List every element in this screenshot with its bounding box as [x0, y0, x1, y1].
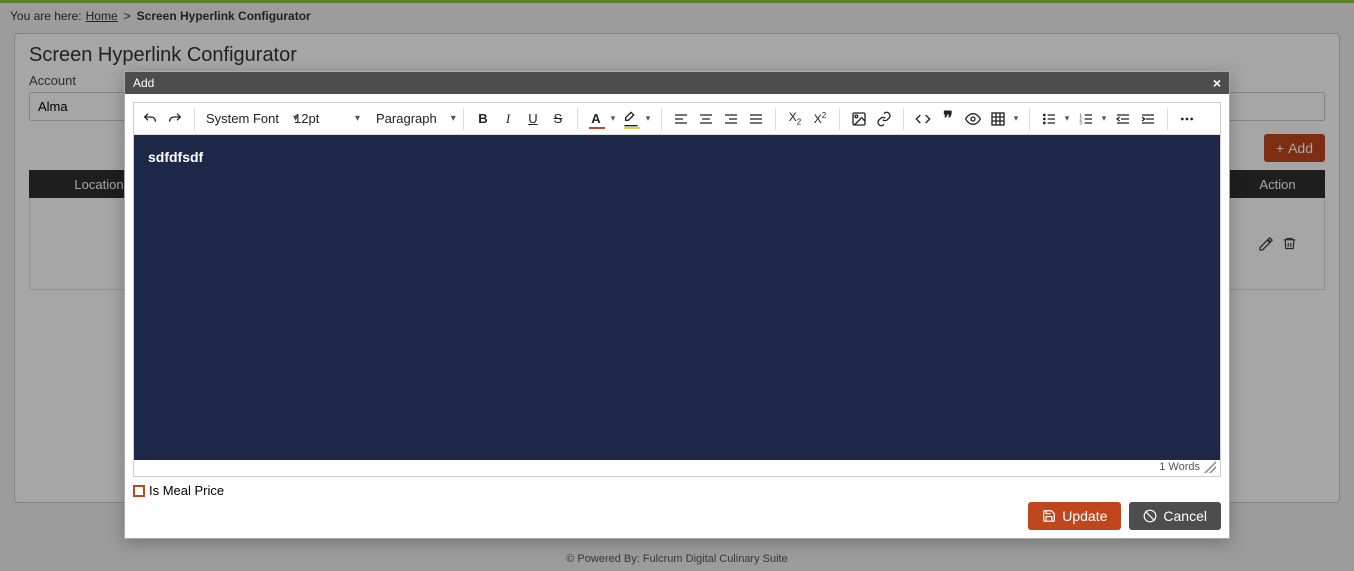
bold-icon[interactable]: B	[471, 107, 495, 131]
editor-statusbar: 1 Words	[134, 460, 1220, 476]
block-format-value: Paragraph	[376, 111, 437, 126]
align-justify-icon[interactable]	[744, 107, 768, 131]
block-format-select[interactable]: Paragraph ▾	[368, 111, 460, 126]
editor-text: sdfdfsdf	[148, 149, 203, 165]
align-center-icon[interactable]	[694, 107, 718, 131]
code-icon[interactable]	[911, 107, 935, 131]
redo-icon[interactable]	[163, 107, 187, 131]
modal-body: System Font▾ 12pt▾ Paragraph▾ B I U S	[125, 94, 1229, 538]
cancel-label: Cancel	[1163, 508, 1207, 524]
bullet-list-button[interactable]: ▾	[1037, 107, 1073, 131]
numbered-list-button[interactable]: 123 ▾	[1074, 107, 1110, 131]
chevron-down-icon[interactable]: ▾	[642, 107, 654, 131]
chevron-down-icon: ▾	[355, 113, 360, 124]
font-family-select[interactable]: System Font▾	[198, 111, 286, 126]
highlight-color-button[interactable]: ▾	[620, 107, 654, 131]
svg-text:3: 3	[1079, 120, 1082, 125]
outdent-icon[interactable]	[1111, 107, 1135, 131]
more-icon[interactable]	[1175, 107, 1199, 131]
image-icon[interactable]	[847, 107, 871, 131]
modal-header: Add ×	[125, 72, 1229, 94]
chevron-down-icon[interactable]: ▾	[1010, 107, 1022, 131]
subscript-icon[interactable]: X2	[783, 107, 807, 131]
is-meal-price-checkbox[interactable]	[133, 485, 145, 497]
editor-container: System Font▾ 12pt▾ Paragraph▾ B I U S	[133, 102, 1221, 477]
preview-icon[interactable]	[961, 107, 985, 131]
cancel-button[interactable]: Cancel	[1129, 502, 1221, 530]
close-icon[interactable]: ×	[1213, 75, 1221, 91]
undo-icon[interactable]	[138, 107, 162, 131]
word-count: 1 Words	[1159, 461, 1200, 473]
chevron-down-icon[interactable]: ▾	[1098, 107, 1110, 131]
font-size-value: 12pt	[294, 111, 319, 126]
underline-icon[interactable]: U	[521, 107, 545, 131]
italic-icon[interactable]: I	[496, 107, 520, 131]
superscript-icon[interactable]: X2	[808, 107, 832, 131]
text-color-button[interactable]: A ▾	[585, 107, 619, 131]
align-left-icon[interactable]	[669, 107, 693, 131]
save-icon	[1042, 509, 1056, 523]
table-icon	[986, 107, 1010, 131]
indent-icon[interactable]	[1136, 107, 1160, 131]
align-right-icon[interactable]	[719, 107, 743, 131]
strikethrough-icon[interactable]: S	[546, 107, 570, 131]
bullet-list-icon	[1037, 107, 1061, 131]
chevron-down-icon[interactable]: ▾	[1061, 107, 1073, 131]
resize-handle[interactable]	[1204, 461, 1216, 473]
editor-content[interactable]: sdfdfsdf	[134, 135, 1220, 460]
modal-footer: Update Cancel	[133, 498, 1221, 530]
update-button[interactable]: Update	[1028, 502, 1121, 530]
update-label: Update	[1062, 508, 1107, 524]
chevron-down-icon: ▾	[451, 113, 456, 124]
add-modal: Add × System Font▾ 12pt▾ Paragraph▾	[124, 71, 1230, 539]
blockquote-icon[interactable]: ❞	[936, 107, 960, 131]
cancel-icon	[1143, 509, 1157, 523]
table-button[interactable]: ▾	[986, 107, 1022, 131]
numbered-list-icon: 123	[1074, 107, 1098, 131]
editor-toolbar: System Font▾ 12pt▾ Paragraph▾ B I U S	[134, 103, 1220, 135]
chevron-down-icon[interactable]: ▾	[607, 107, 619, 131]
font-family-value: System Font	[206, 111, 279, 126]
is-meal-price-label: Is Meal Price	[149, 483, 224, 498]
font-size-select[interactable]: 12pt ▾	[286, 111, 368, 126]
link-icon[interactable]	[872, 107, 896, 131]
modal-title: Add	[133, 76, 154, 90]
is-meal-price-row: Is Meal Price	[133, 483, 1221, 498]
